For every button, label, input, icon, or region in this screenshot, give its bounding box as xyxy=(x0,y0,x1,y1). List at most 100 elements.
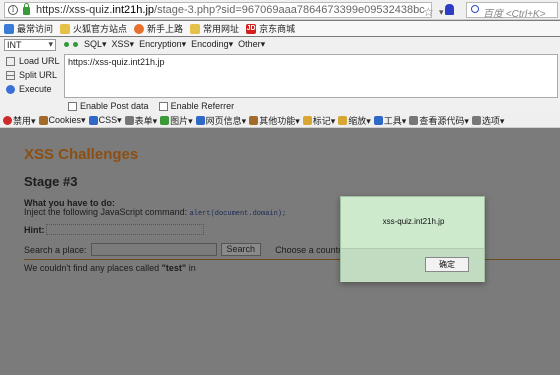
enable-post-label: Enable Post data xyxy=(80,101,149,111)
stage-heading: Stage #3 xyxy=(24,174,78,189)
todo-text: Inject the following JavaScript command:… xyxy=(24,207,286,218)
web-dev-menu-icon xyxy=(302,115,312,125)
search-placeholder: 百度 <Ctrl+K> xyxy=(483,9,546,20)
bookmark-item[interactable]: 最常访问 xyxy=(4,22,53,35)
url-domain: int21h.jp xyxy=(112,4,155,16)
bookmark-label: 最常访问 xyxy=(17,24,54,34)
bookmark-item[interactable]: JD 京东商城 xyxy=(246,22,295,35)
web-dev-menu-icon xyxy=(124,115,134,125)
hackbar-actions: Load URL Split URL Execute xyxy=(6,54,60,96)
enable-referrer-label: Enable Referrer xyxy=(170,101,235,111)
web-dev-menu-label: Cookies▾ xyxy=(48,114,86,125)
web-dev-menu[interactable]: 标记▾ xyxy=(302,114,336,127)
bookmark-icon xyxy=(4,23,14,34)
web-dev-menu[interactable]: 工具▾ xyxy=(373,114,407,127)
url-prefix: https://xss-quiz. xyxy=(36,4,113,16)
folder-icon xyxy=(190,23,201,34)
load-url-button[interactable]: Load URL xyxy=(6,54,60,68)
browser-url-bar: i https://xss-quiz.int21h.jp/stage-3.php… xyxy=(0,0,560,20)
web-dev-menu-label: 其他功能▾ xyxy=(259,115,300,126)
web-dev-menu[interactable]: Cookies▾ xyxy=(38,114,86,126)
web-dev-menu-icon xyxy=(38,115,48,125)
address-field[interactable]: i https://xss-quiz.int21h.jp/stage-3.php… xyxy=(4,2,444,19)
result-prefix: We couldn't find any places called xyxy=(24,263,162,273)
search-box[interactable]: 百度 <Ctrl+K> xyxy=(466,2,558,20)
todo-instruction: Inject the following JavaScript command: xyxy=(24,207,190,217)
web-dev-menu-icon xyxy=(373,115,383,125)
result-query: "test" xyxy=(161,263,187,273)
enable-post-checkbox[interactable]: Enable Post data xyxy=(68,101,149,111)
web-dev-menu-label: 工具▾ xyxy=(383,115,407,126)
bookmark-item[interactable]: 常用网址 xyxy=(190,22,239,35)
web-dev-menu[interactable]: 选项▾ xyxy=(471,114,504,127)
bookmark-label: 火狐官方站点 xyxy=(73,24,128,34)
alert-message: xss-quiz.int21h.jp xyxy=(382,217,445,226)
bookmark-icon: JD xyxy=(246,23,257,34)
web-dev-menu-label: CSS▾ xyxy=(98,114,122,125)
web-dev-menu-label: 标记▾ xyxy=(312,115,336,126)
hackbar-menu[interactable]: Encryption▾ xyxy=(139,39,186,50)
url-dropdown-icon[interactable]: ▾ xyxy=(439,7,444,18)
search-form: Search a place: Search Choose a country:… xyxy=(24,243,369,256)
web-dev-menu[interactable]: 禁用▾ xyxy=(3,114,36,127)
web-dev-menu[interactable]: 查看源代码▾ xyxy=(409,114,469,127)
url-path: /stage-3.php?sid=967069aaa7864673399e095… xyxy=(154,4,425,16)
bookmark-label: 常用网址 xyxy=(203,24,240,34)
hackbar-menu[interactable]: Other▾ xyxy=(238,39,265,50)
web-dev-menu-icon xyxy=(195,115,205,125)
alert-dialog: xss-quiz.int21h.jp 确定 xyxy=(340,196,485,282)
web-dev-menu-label: 查看源代码▾ xyxy=(419,115,469,126)
execute-label: Execute xyxy=(19,84,52,94)
web-dev-menu-icon xyxy=(409,115,419,125)
web-dev-menu-icon xyxy=(249,115,259,125)
execute-icon xyxy=(6,84,15,94)
execute-button[interactable]: Execute xyxy=(6,82,60,96)
web-dev-menu[interactable]: 表单▾ xyxy=(124,114,158,127)
web-dev-menu[interactable]: 图片▾ xyxy=(160,114,193,127)
alert-footer: 确定 xyxy=(341,248,484,282)
ok-button[interactable]: 确定 xyxy=(425,257,469,272)
split-url-icon xyxy=(6,70,15,80)
hackbar-url-textarea[interactable]: https://xss-quiz.int21h.jp xyxy=(64,54,558,98)
hint-box xyxy=(46,224,204,235)
split-url-label: Split URL xyxy=(19,70,58,80)
split-url-button[interactable]: Split URL xyxy=(6,68,60,82)
hackbar-menu[interactable]: XSS▾ xyxy=(112,39,135,50)
search-result-text: We couldn't find any places called "test… xyxy=(24,263,196,273)
search-icon xyxy=(471,5,479,13)
web-dev-menu-icon xyxy=(160,115,170,125)
checkbox-box[interactable] xyxy=(68,101,77,111)
web-dev-menu-label: 表单▾ xyxy=(134,115,158,126)
search-button[interactable]: Search xyxy=(220,243,262,256)
hackbar-select[interactable]: INT xyxy=(4,38,56,51)
bookmark-star-icon[interactable]: ☆ xyxy=(423,5,434,19)
web-dev-menu[interactable]: 其他功能▾ xyxy=(249,114,300,127)
bookmarks-bar: 最常访问 火狐官方站点 新手上路 常用网址 JD 京东商城 xyxy=(0,21,560,36)
hint-label: Hint: xyxy=(24,225,45,235)
web-dev-menu-label: 图片▾ xyxy=(170,115,193,126)
folder-icon xyxy=(60,23,71,34)
info-icon[interactable]: i xyxy=(8,5,18,15)
web-dev-menu[interactable]: 网页信息▾ xyxy=(195,114,246,127)
bookmark-item[interactable]: 火狐官方站点 xyxy=(60,22,127,35)
web-dev-menu-icon xyxy=(471,115,481,125)
lock-icon[interactable] xyxy=(23,3,30,15)
web-dev-menu[interactable]: 缩放▾ xyxy=(338,114,371,127)
hackbar-menu[interactable]: Encoding▾ xyxy=(191,39,233,50)
web-dev-menu-icon xyxy=(3,115,12,125)
extension-icon[interactable] xyxy=(445,4,454,15)
url-text[interactable]: https://xss-quiz.int21h.jp/stage-3.php?s… xyxy=(36,4,425,16)
enable-referrer-checkbox[interactable]: Enable Referrer xyxy=(158,101,235,111)
hackbar-menu[interactable]: SQL▾ xyxy=(84,39,107,50)
hackbar-options: Enable Post data Enable Referrer xyxy=(68,101,234,111)
web-dev-menu[interactable]: CSS▾ xyxy=(88,114,122,126)
todo-code: alert(document.domain); xyxy=(189,210,287,218)
bookmark-item[interactable]: 新手上路 xyxy=(134,22,183,35)
place-input[interactable] xyxy=(90,243,217,256)
checkbox-box[interactable] xyxy=(158,101,168,111)
web-dev-menu-label: 缩放▾ xyxy=(348,115,371,126)
load-url-icon xyxy=(6,56,15,66)
bookmark-label: 新手上路 xyxy=(147,24,184,34)
green-dot-icon[interactable] xyxy=(64,42,69,47)
result-suffix: in xyxy=(186,263,196,273)
